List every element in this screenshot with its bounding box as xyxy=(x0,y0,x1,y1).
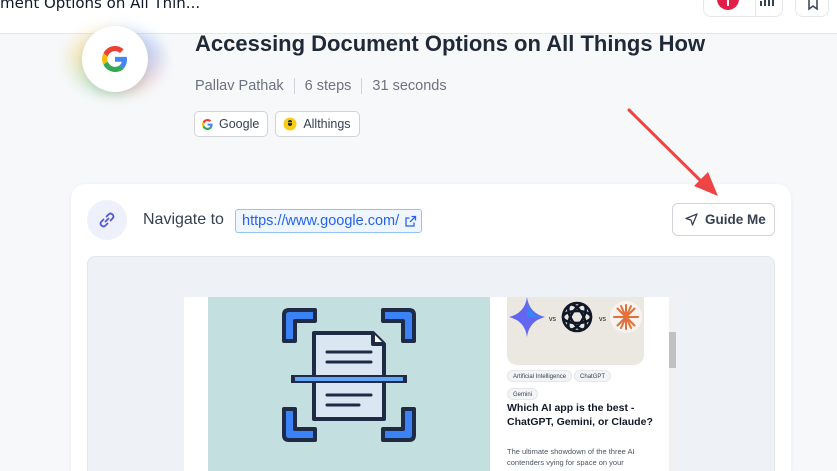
author-name[interactable]: Pallav Pathak xyxy=(195,78,284,94)
svg-text:vs: vs xyxy=(599,316,607,323)
tag-label: Allthings xyxy=(303,117,351,131)
divider xyxy=(755,0,756,17)
guide-title: Accessing Document Options on All Things… xyxy=(195,31,706,56)
app-logo xyxy=(82,26,148,92)
tag-allthings[interactable]: Allthings xyxy=(275,111,360,137)
avatar[interactable] xyxy=(717,0,739,10)
url-text: https://www.google.com/ xyxy=(242,213,400,229)
category-chip[interactable]: Artificial Intelligence xyxy=(507,370,573,382)
tag-label: Google xyxy=(219,117,260,131)
navigate-label: Navigate to xyxy=(143,211,224,228)
url-link[interactable]: https://www.google.com/ xyxy=(235,209,423,233)
document-scan-icon xyxy=(282,308,416,442)
annotation-arrow-icon xyxy=(627,108,718,196)
tab-title: ment Options on All Thin... xyxy=(0,0,201,12)
gemini-icon xyxy=(509,297,545,337)
preview-article-title[interactable]: Which AI app is the best - ChatGPT, Gemi… xyxy=(507,402,657,429)
tag-list: Google Allthings xyxy=(194,111,360,137)
preview-article-description: The ultimate showdown of the three AI co… xyxy=(507,447,635,467)
link-icon xyxy=(87,200,127,240)
navigation-arrow-icon xyxy=(685,213,698,226)
category-chip[interactable]: Gemini xyxy=(507,388,539,400)
top-actions[interactable] xyxy=(703,0,783,17)
divider xyxy=(293,78,295,94)
guide-me-button[interactable]: Guide Me xyxy=(672,203,775,236)
duration: 31 seconds xyxy=(372,78,447,94)
external-link-icon xyxy=(405,215,417,227)
guide-meta: Pallav Pathak 6 steps 31 seconds xyxy=(195,78,447,94)
allthings-icon xyxy=(283,117,297,131)
claude-icon xyxy=(610,301,642,333)
step-count: 6 steps xyxy=(304,78,352,94)
guide-me-label: Guide Me xyxy=(705,212,766,227)
stats-icon[interactable] xyxy=(760,0,774,6)
preview-hero-image xyxy=(208,297,490,471)
preview-scrollbar-thumb[interactable] xyxy=(669,332,676,368)
google-icon xyxy=(202,118,213,130)
preview-scrollbar-track[interactable] xyxy=(669,297,676,471)
google-icon xyxy=(102,46,127,72)
preview-category-chips: Artificial Intelligence ChatGPT Gemini xyxy=(507,370,667,406)
tag-google[interactable]: Google xyxy=(194,111,269,137)
preview-ai-image: vs vs xyxy=(507,297,644,365)
divider xyxy=(361,78,363,94)
bookmark-button[interactable] xyxy=(795,0,829,17)
chatgpt-icon xyxy=(561,301,593,333)
svg-text:vs: vs xyxy=(549,316,557,323)
bookmark-icon xyxy=(808,0,818,11)
category-chip[interactable]: ChatGPT xyxy=(574,370,612,382)
